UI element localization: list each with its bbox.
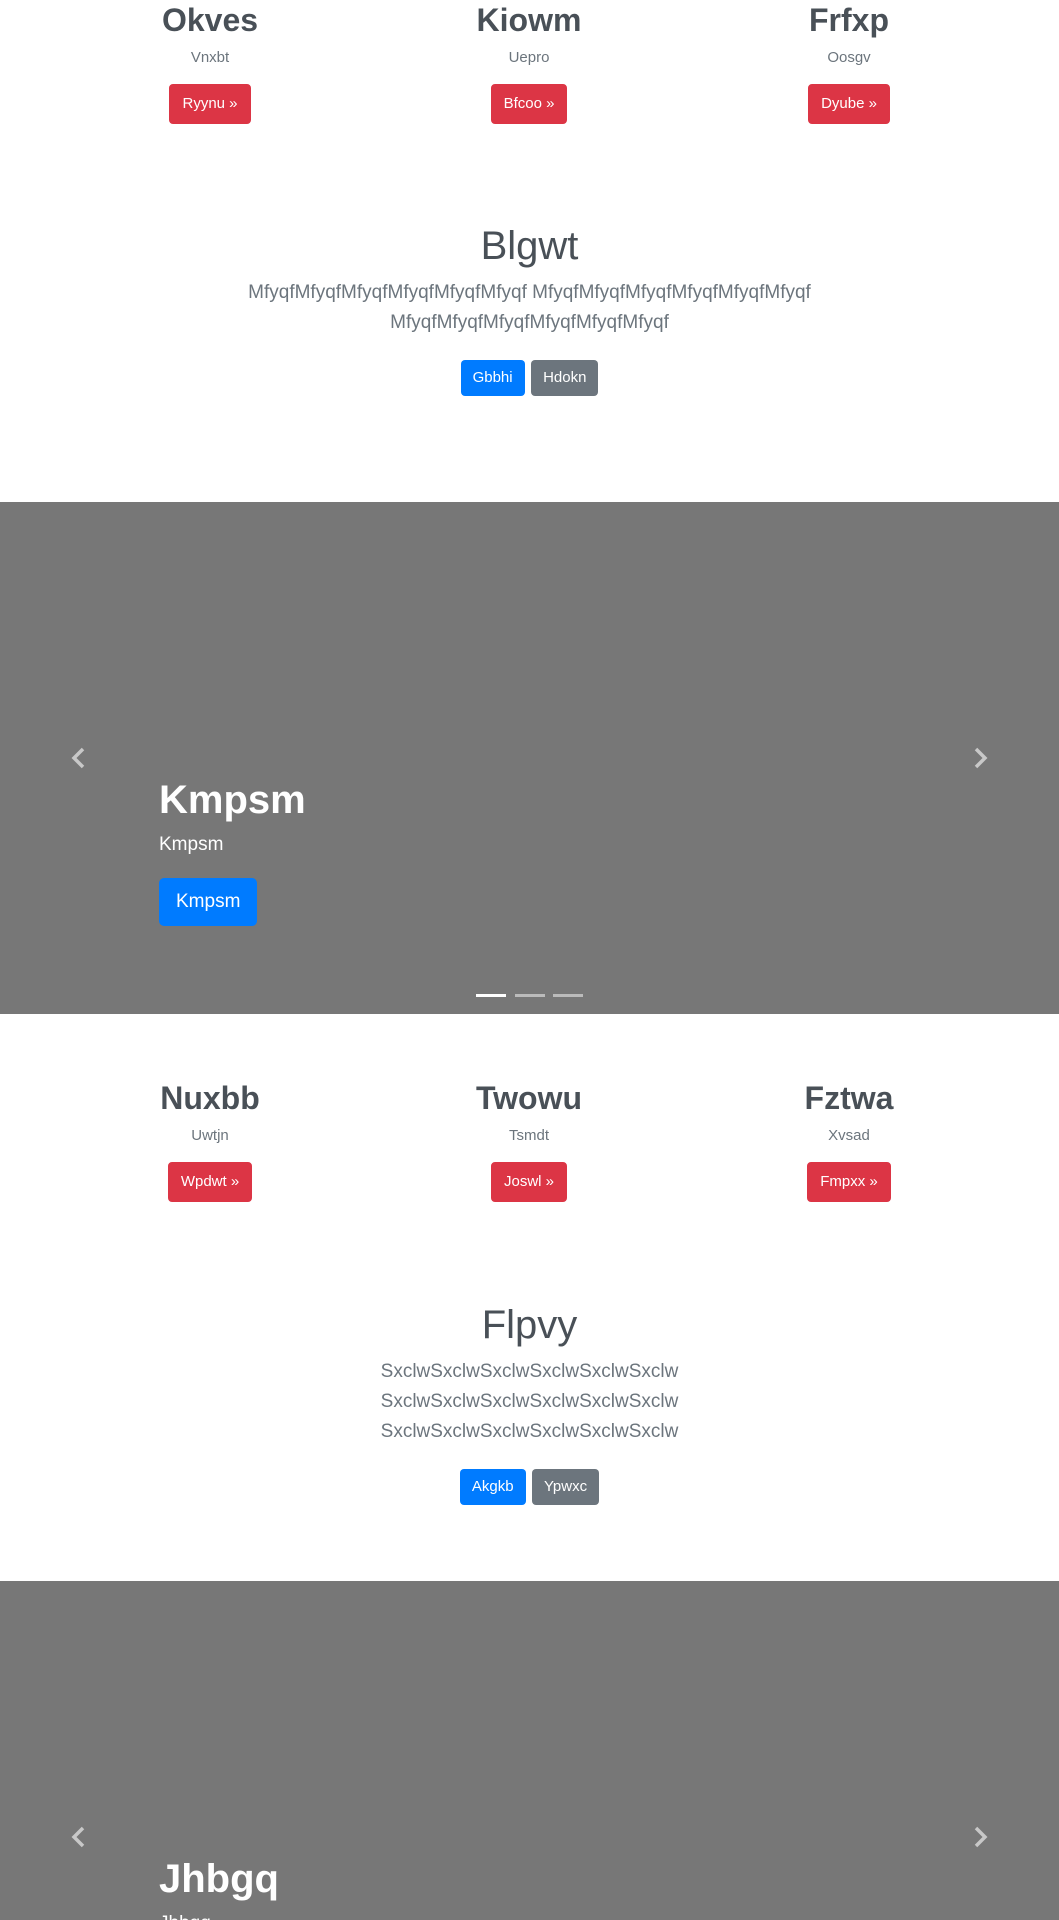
feature-column-3: Frfxp Oosgv Dyube » [729, 0, 969, 124]
feature-text: Tsmdt [508, 1127, 549, 1144]
hero-secondary-button[interactable]: Ypwxc [532, 1469, 600, 1505]
chevron-right-icon [974, 1826, 988, 1848]
hero-lead: MfyqfMfyqfMfyqfMfyqfMfyqfMfyqf MfyqfMfyq… [248, 282, 811, 333]
feature-text: Uepro [508, 49, 550, 66]
chevron-right-icon [974, 747, 988, 769]
feature-heading: Nuxbb [160, 1080, 260, 1116]
hero-primary-button[interactable]: Akgkb [459, 1469, 526, 1505]
hero-section-2: Flpvy SxclwSxclwSxclwSxclwSxclwSxclw Sxc… [0, 1301, 1059, 1505]
feature-heading: Okves [161, 2, 259, 38]
feature-heading: Kiowm [476, 2, 582, 38]
carousel-heading: Kmpsm [159, 778, 306, 822]
feature-text: Uwtjn [191, 1127, 229, 1144]
feature-column-1: Okves Vnxbt Ryynu » [90, 0, 330, 124]
feature-column-4: Nuxbb Uwtjn Wpdwt » [90, 1078, 330, 1202]
hero-secondary-button[interactable]: Hdokn [531, 360, 599, 396]
feature-text: Oosgv [827, 49, 871, 66]
feature-button[interactable]: Fmpxx » [807, 1162, 891, 1202]
feature-button[interactable]: Wpdwt » [167, 1162, 253, 1202]
carousel-prev-button[interactable] [59, 738, 99, 778]
hero-actions: Gbbhi Hdokn [0, 360, 1059, 396]
hero-actions: Akgkb Ypwxc [0, 1469, 1059, 1505]
carousel-next-button[interactable] [960, 738, 1000, 778]
feature-heading: Frfxp [809, 2, 889, 38]
feature-text: Vnxbt [190, 49, 230, 66]
carousel-indicators [0, 984, 1059, 1002]
feature-button[interactable]: Dyube » [808, 84, 890, 124]
feature-heading: Twowu [475, 1080, 583, 1116]
carousel-2: Jhbgq Jhbgq [0, 1581, 1059, 1920]
feature-text: Xvsad [828, 1127, 870, 1144]
carousel-indicator-3[interactable] [552, 994, 583, 997]
feature-column-2: Kiowm Uepro Bfcoo » [409, 0, 649, 124]
carousel-text: Kmpsm [159, 834, 224, 855]
feature-button[interactable]: Bfcoo » [490, 84, 568, 124]
feature-button[interactable]: Joswl » [490, 1162, 568, 1202]
feature-button[interactable]: Ryynu » [169, 84, 251, 124]
carousel-text: Jhbgq [159, 1911, 279, 1920]
chevron-left-icon [71, 1826, 85, 1848]
carousel-caption: Jhbgq Jhbgq [159, 1855, 279, 1920]
hero-lead: SxclwSxclwSxclwSxclwSxclwSxclw SxclwSxcl… [380, 1361, 679, 1442]
carousel-indicator-1[interactable] [476, 994, 507, 997]
feature-column-5: Twowu Tsmdt Joswl » [409, 1078, 649, 1202]
carousel-prev-button[interactable] [59, 1817, 99, 1857]
hero-title: Blgwt [480, 224, 579, 268]
carousel-indicator-2[interactable] [514, 994, 545, 997]
chevron-left-icon [71, 747, 85, 769]
hero-primary-button[interactable]: Gbbhi [460, 360, 525, 396]
feature-column-6: Fztwa Xvsad Fmpxx » [729, 1078, 969, 1202]
feature-heading: Fztwa [804, 1080, 894, 1116]
carousel-next-button[interactable] [960, 1817, 1000, 1857]
hero-section-1: Blgwt MfyqfMfyqfMfyqfMfyqfMfyqfMfyqf Mfy… [0, 222, 1059, 396]
carousel-cta-button[interactable]: Kmpsm [159, 878, 258, 926]
carousel-heading: Jhbgq [159, 1857, 279, 1901]
carousel-caption: Kmpsm Kmpsm Kmpsm [159, 776, 306, 926]
hero-title: Flpvy [481, 1303, 578, 1347]
carousel-1: Kmpsm Kmpsm Kmpsm [0, 502, 1059, 1014]
